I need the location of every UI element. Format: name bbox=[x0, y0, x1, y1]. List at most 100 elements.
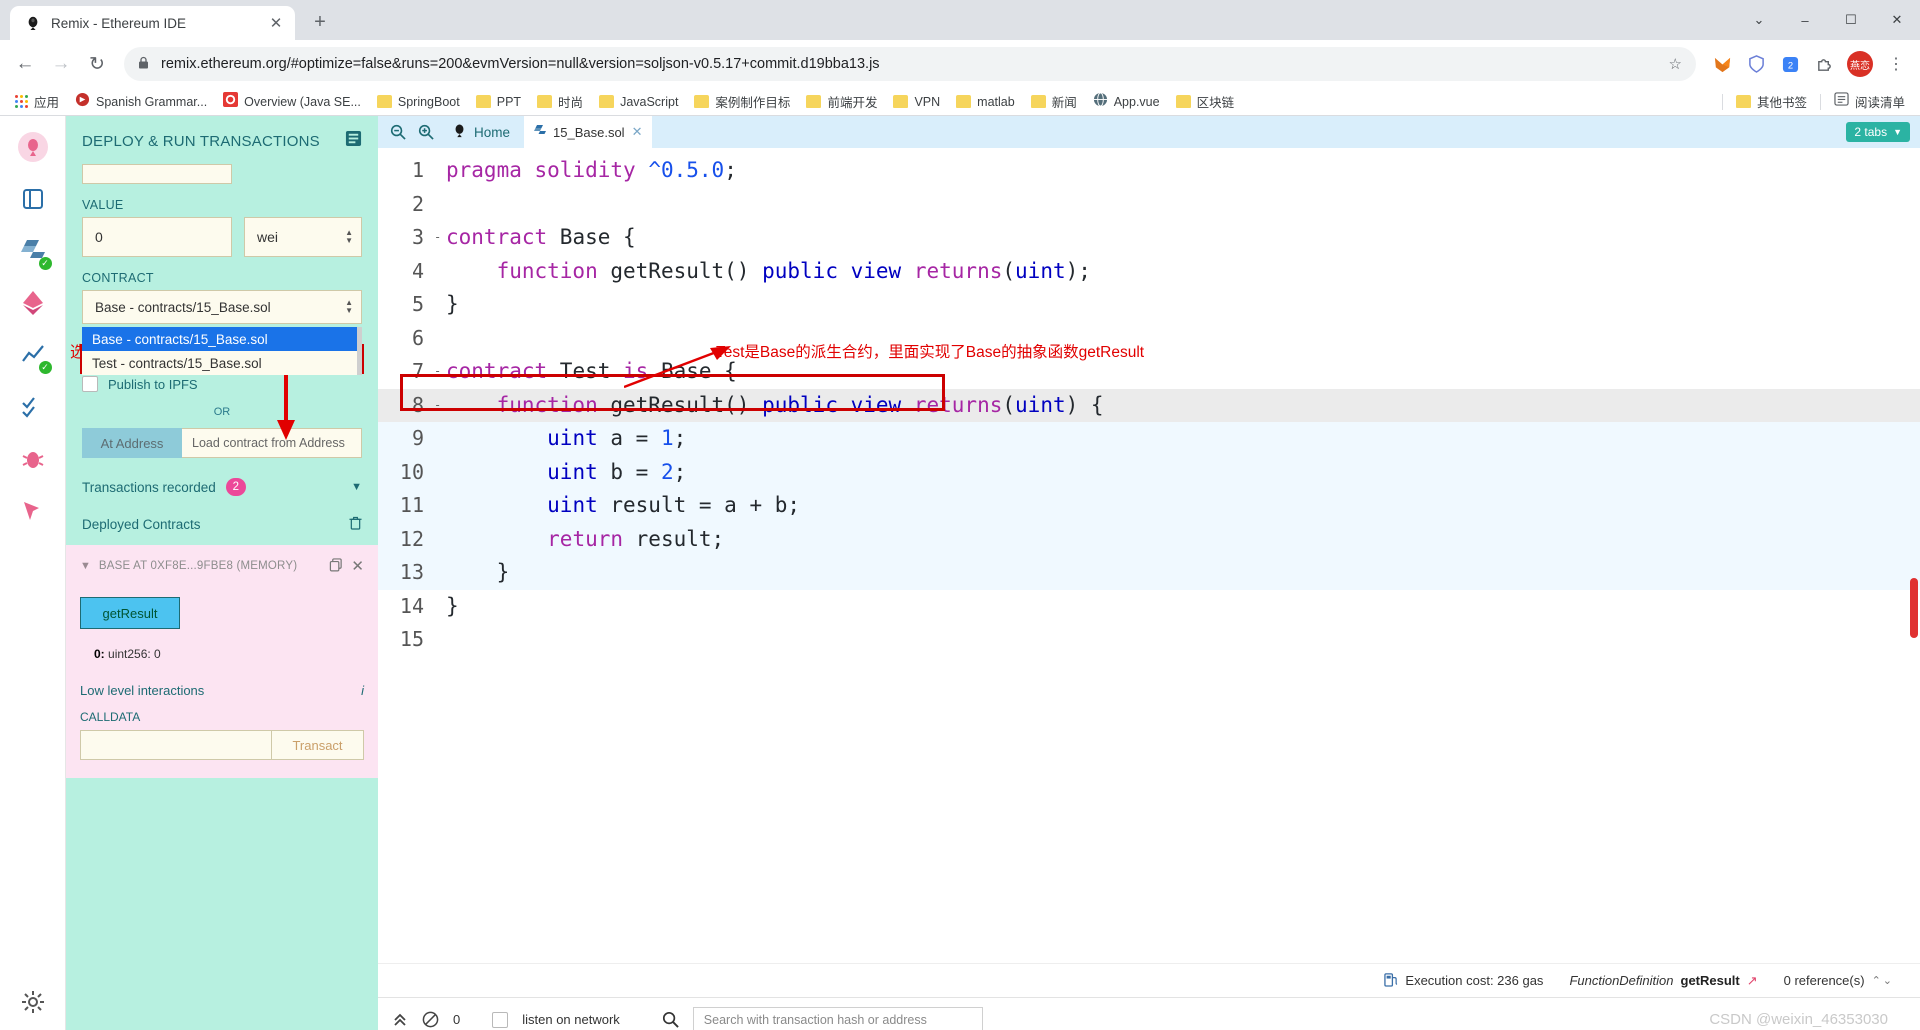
deployed-contract-header[interactable]: ▼ BASE AT 0XF8E...9FBE8 (MEMORY) ✕ bbox=[80, 557, 364, 575]
chevron-down-icon[interactable]: ▼ bbox=[351, 481, 362, 493]
tabs-count-pill[interactable]: 2 tabs ▼ bbox=[1846, 122, 1910, 142]
trash-icon[interactable] bbox=[349, 516, 362, 533]
bookmark-other-folder[interactable]: 其他书签 bbox=[1729, 89, 1814, 114]
bookmark-item[interactable]: PPT bbox=[469, 92, 528, 112]
remix-ide: ✓ ✓ DEPLOY & RUN TRANSACTIONS VALUE 0 we… bbox=[0, 116, 1920, 1030]
chevron-down-icon[interactable]: ⌄ bbox=[1736, 0, 1782, 40]
settings-gear-icon[interactable] bbox=[16, 985, 50, 1019]
analysis-icon[interactable]: ✓ bbox=[16, 338, 52, 374]
calldata-input[interactable] bbox=[80, 730, 272, 760]
tab-15-base-sol[interactable]: 15_Base.sol ✕ bbox=[524, 116, 653, 148]
listen-network-checkbox[interactable] bbox=[492, 1011, 509, 1028]
value-input[interactable]: 0 bbox=[82, 217, 232, 257]
plugin-manager-icon[interactable] bbox=[16, 494, 50, 528]
bookmark-star-icon[interactable]: ☆ bbox=[1669, 55, 1682, 73]
bookmark-item[interactable]: Overview (Java SE... bbox=[216, 89, 368, 115]
deploy-run-icon[interactable] bbox=[16, 286, 50, 320]
bookmark-item[interactable]: 前端开发 bbox=[799, 89, 884, 114]
code-line: 9 uint a = 1; bbox=[378, 422, 1920, 456]
clear-console-icon[interactable] bbox=[422, 1011, 439, 1028]
bookmark-item[interactable]: 时尚 bbox=[530, 89, 590, 114]
chevron-up-icon[interactable]: ⌃ bbox=[1872, 974, 1881, 987]
calldata-row: Transact bbox=[80, 730, 364, 760]
terminal-search-input[interactable]: Search with transaction hash or address bbox=[692, 1006, 983, 1030]
fox-icon[interactable] bbox=[1706, 48, 1738, 80]
gas-limit-input[interactable] bbox=[82, 164, 232, 184]
minimize-button[interactable]: – bbox=[1782, 0, 1828, 40]
copy-icon[interactable] bbox=[329, 557, 343, 575]
line-number: 12 bbox=[399, 526, 424, 551]
maximize-button[interactable]: ☐ bbox=[1828, 0, 1874, 40]
bookmark-item[interactable]: matlab bbox=[949, 92, 1022, 112]
tab-home[interactable]: Home bbox=[442, 116, 520, 148]
bookmark-item[interactable]: SpringBoot bbox=[370, 92, 467, 112]
reload-icon[interactable]: ↻ bbox=[80, 47, 114, 81]
bookmark-label: matlab bbox=[977, 94, 1015, 109]
code-line: 14} bbox=[378, 590, 1920, 624]
contract-select[interactable]: Base - contracts/15_Base.sol ▲ ▼ bbox=[82, 290, 362, 324]
code-editor[interactable]: 1 pragma solidity ^0.5.0; 2 3- contract Base… bbox=[378, 148, 1920, 963]
transactions-recorded-row[interactable]: Transactions recorded 2 ▼ bbox=[82, 478, 362, 496]
tab-close-button[interactable]: ✕ bbox=[267, 14, 285, 32]
zoom-out-icon[interactable] bbox=[386, 119, 410, 145]
chevron-down-icon[interactable]: ⌄ bbox=[1883, 974, 1892, 987]
reference-nav-icons[interactable]: ⌃ ⌄ bbox=[1872, 974, 1892, 987]
getresult-button[interactable]: getResult bbox=[80, 597, 180, 629]
back-icon[interactable]: ← bbox=[8, 47, 42, 81]
publish-ipfs-row[interactable]: Publish to IPFS bbox=[82, 376, 362, 392]
bookmark-item[interactable]: JavaScript bbox=[592, 92, 685, 112]
collapse-terminal-icon[interactable] bbox=[392, 1013, 408, 1027]
panel-toggle-icon[interactable] bbox=[345, 130, 362, 152]
solidity-compiler-icon[interactable]: ✓ bbox=[16, 234, 52, 270]
search-icon[interactable] bbox=[662, 1011, 679, 1028]
shield-icon[interactable] bbox=[1740, 48, 1772, 80]
window-close-button[interactable]: ✕ bbox=[1874, 0, 1920, 40]
zoom-in-icon[interactable] bbox=[414, 119, 438, 145]
testing-icon[interactable] bbox=[16, 390, 50, 424]
bookmark-item[interactable]: Spanish Grammar... bbox=[68, 89, 214, 115]
remix-home-icon[interactable] bbox=[16, 130, 50, 164]
blue-extension-icon[interactable]: 2 bbox=[1774, 48, 1806, 80]
tab-close-icon[interactable]: ✕ bbox=[632, 124, 643, 140]
code-line: 10 uint b = 2; bbox=[378, 455, 1920, 489]
fold-marker-icon[interactable]: - bbox=[434, 389, 446, 423]
bookmark-item[interactable]: 案例制作目标 bbox=[687, 89, 797, 114]
avatar[interactable]: 燕恋 bbox=[1847, 51, 1873, 77]
code-text: } bbox=[446, 292, 459, 316]
dropdown-scrollbar[interactable] bbox=[357, 327, 362, 375]
puzzle-icon[interactable] bbox=[1808, 48, 1840, 80]
code-lines: 1 pragma solidity ^0.5.0; 2 3- contract Base… bbox=[378, 148, 1920, 657]
bookmark-item[interactable]: 区块链 bbox=[1169, 89, 1242, 114]
value-unit-select[interactable]: wei ▲ ▼ bbox=[244, 217, 362, 257]
bookmark-item[interactable]: 应用 bbox=[8, 89, 66, 114]
browser-tab[interactable]: Remix - Ethereum IDE ✕ bbox=[10, 6, 295, 40]
bookmark-item[interactable]: VPN bbox=[886, 92, 947, 112]
editor-area: Home 15_Base.sol ✕ 2 tabs ▼ 1 pragma soli… bbox=[378, 116, 1920, 1030]
low-level-label: Low level interactions bbox=[80, 683, 205, 698]
close-icon[interactable]: ✕ bbox=[351, 557, 364, 575]
new-tab-button[interactable]: + bbox=[305, 7, 335, 37]
contract-option-base[interactable]: Base - contracts/15_Base.sol bbox=[82, 327, 362, 351]
fold-marker-icon[interactable]: - bbox=[434, 355, 446, 389]
bookmark-item[interactable]: App.vue bbox=[1086, 89, 1167, 115]
info-icon[interactable]: i bbox=[361, 683, 364, 698]
transact-button[interactable]: Transact bbox=[272, 730, 364, 760]
listen-network-label: listen on network bbox=[522, 1012, 620, 1027]
address-bar[interactable]: remix.ethereum.org/#optimize=false&runs=… bbox=[124, 47, 1696, 81]
forward-icon[interactable]: → bbox=[44, 47, 78, 81]
file-explorer-icon[interactable] bbox=[16, 182, 50, 216]
browser-menu-icon[interactable]: ⋮ bbox=[1880, 48, 1912, 80]
chevron-down-icon[interactable]: ▼ bbox=[80, 560, 91, 572]
reading-list-button[interactable]: 阅读清单 bbox=[1827, 89, 1912, 114]
editor-scrollbar[interactable] bbox=[1910, 578, 1918, 638]
contract-dropdown-list[interactable]: Base - contracts/15_Base.sol Test - cont… bbox=[82, 327, 362, 375]
at-address-button[interactable]: At Address bbox=[82, 428, 182, 458]
fold-marker-icon[interactable]: - bbox=[434, 221, 446, 255]
contract-option-test[interactable]: Test - contracts/15_Base.sol bbox=[82, 351, 362, 375]
debugger-icon[interactable] bbox=[16, 442, 50, 476]
at-address-input[interactable]: Load contract from Address bbox=[182, 428, 362, 458]
publish-ipfs-checkbox[interactable] bbox=[82, 376, 98, 392]
editor-status-bar: Execution cost: 236 gas FunctionDefiniti… bbox=[378, 963, 1920, 997]
jump-arrow-icon[interactable]: ↗ bbox=[1747, 973, 1758, 989]
bookmark-item[interactable]: 新闻 bbox=[1024, 89, 1084, 114]
